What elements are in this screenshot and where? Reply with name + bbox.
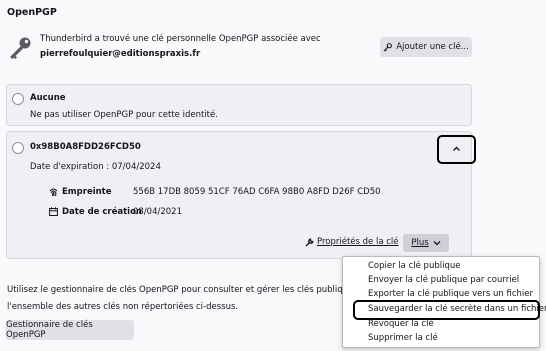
key-icon [10, 37, 31, 59]
identity-email: pierrefoulquier@editionspraxis.fr [40, 49, 201, 59]
radio-none[interactable] [12, 93, 24, 105]
menu-item-send-public-key[interactable]: Envoyer la clé publique par courriel [368, 275, 519, 285]
fingerprint-label: Empreinte [62, 187, 112, 197]
radio-key[interactable] [12, 142, 24, 154]
key-expiration: Date d'expiration : 07/04/2024 [30, 162, 161, 172]
manager-button-label: Gestionnaire de clés OpenPGP [6, 320, 93, 340]
chevron-down-icon [433, 241, 441, 246]
personal-key-notice-line: Thunderbird a trouvé une clé personnelle… [40, 34, 321, 44]
openpgp-key-manager-button[interactable]: Gestionnaire de clés OpenPGP [6, 320, 134, 340]
menu-item-delete-key[interactable]: Supprimer la clé [368, 333, 438, 343]
add-key-button[interactable]: Ajouter une clé... [380, 37, 472, 57]
key-properties-button[interactable]: Propriétés de la clé [305, 237, 399, 247]
option-none-title: Aucune [30, 93, 66, 103]
more-button[interactable]: Plus [403, 234, 449, 252]
more-label: Plus [411, 238, 429, 248]
section-title: OpenPGP [7, 7, 57, 18]
option-none-description: Ne pas utiliser OpenPGP pour cette ident… [30, 110, 218, 120]
key-properties-label: Propriétés de la clé [317, 237, 399, 247]
wrench-icon [305, 237, 314, 246]
calendar-icon [49, 207, 58, 216]
created-value: 08/04/2021 [133, 207, 182, 217]
fingerprint-value: 556B 17DB 8059 51CF 76AD C6FA 98B0 A8FD … [133, 187, 381, 197]
add-key-label: Ajouter une clé... [396, 42, 469, 52]
more-dropdown-menu: Copier la clé publique Envoyer la clé pu… [342, 256, 546, 348]
footer-text-line2: l'ensemble des autres clés non répertori… [7, 302, 239, 312]
menu-item-export-public-key[interactable]: Exporter la clé publique vers un fichier [368, 289, 533, 299]
menu-item-copy-public-key[interactable]: Copier la clé publique [368, 261, 460, 271]
created-label: Date de création [62, 207, 142, 217]
key-id: 0x98B0A8FDD26FCD50 [30, 142, 141, 152]
menu-item-revoke-key[interactable]: Révoquer la clé [368, 319, 434, 329]
menu-item-backup-secret-key[interactable]: Sauvegarder la clé secrète dans un fichi… [368, 304, 546, 314]
key-small-icon [383, 42, 393, 51]
chevron-up-icon [453, 146, 460, 151]
fingerprint-icon [49, 188, 58, 197]
collapse-key-button[interactable] [437, 135, 476, 164]
footer-text-line1: Utilisez le gestionnaire de clés OpenPGP… [7, 285, 342, 295]
